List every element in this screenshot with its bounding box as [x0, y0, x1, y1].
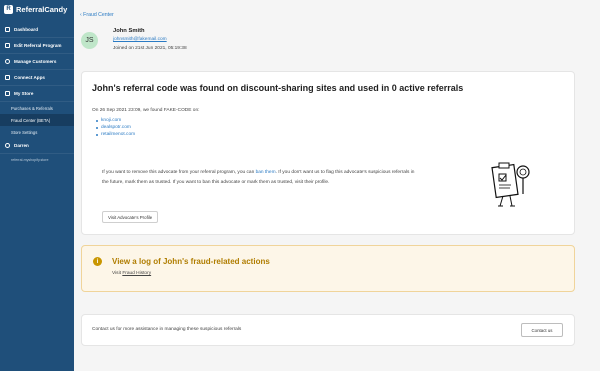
advice-text: If you want to remove this advocate from… — [102, 168, 422, 188]
brand-name: ReferralCandy — [16, 4, 68, 14]
sidebar-item-label: Edit Referral Program — [14, 43, 62, 48]
contact-us-button[interactable]: Contact us — [521, 323, 563, 337]
profile-details: John Smith johnsmith@fakemail.com Joined… — [104, 28, 187, 51]
advocate-email-link[interactable]: johnsmith@fakemail.com — [113, 37, 187, 42]
store-id: referral-myshopify.store — [11, 158, 49, 162]
store-icon — [5, 91, 10, 96]
advocate-name: John Smith — [113, 28, 145, 34]
sidebar-nav: Dashboard Edit Referral Program Manage C… — [0, 22, 74, 162]
dashboard-icon — [5, 27, 10, 32]
site-link[interactable]: retailmenot.com — [96, 131, 135, 138]
fraud-history-link[interactable]: Fraud History — [122, 271, 151, 276]
sidebar-item-label: Dashboard — [14, 27, 38, 32]
sidebar-item-dashboard[interactable]: Dashboard — [0, 22, 74, 38]
users-icon — [5, 59, 10, 64]
fraud-history-title: View a log of John's fraud-related actio… — [112, 257, 270, 266]
fraud-report-title: John's referral code was found on discou… — [92, 83, 464, 93]
sidebar-subitem-fraud-center[interactable]: Fraud Center (BETA) — [0, 114, 74, 126]
detection-summary: On 26 Sep 2021 23:09, we found FAKE-CODE… — [92, 108, 200, 113]
site-link[interactable]: knoji.com — [96, 117, 135, 124]
advocate-joined-date: Joined on 21st Jun 2021, 05:19:38 — [113, 46, 187, 51]
advice-text-part1: If you want to remove this advocate from… — [102, 170, 256, 175]
site-link[interactable]: dealspotr.com — [96, 124, 135, 131]
user-icon — [5, 143, 10, 148]
plug-icon — [5, 75, 10, 80]
advocate-profile: JS John Smith johnsmith@fakemail.com Joi… — [81, 28, 187, 51]
edit-icon — [5, 43, 10, 48]
visit-prefix: Visit — [112, 271, 123, 276]
sidebar-item-label: Darren — [14, 143, 29, 148]
sidebar-item-user[interactable]: Darren — [0, 138, 74, 154]
sidebar-item-my-store[interactable]: My Store — [0, 86, 74, 102]
contact-card: Contact us for more assistance in managi… — [81, 314, 575, 346]
sidebar-subitem-purchases-referrals[interactable]: Purchases & Referrals — [0, 102, 74, 114]
sidebar-item-label: Connect Apps — [14, 75, 45, 80]
fraud-history-visit: Visit Fraud History — [112, 271, 151, 276]
back-link-label: Fraud Center — [83, 12, 114, 18]
sidebar-subitem-store-settings[interactable]: Store Settings — [0, 126, 74, 138]
fraud-history-card: i View a log of John's fraud-related act… — [81, 245, 575, 292]
sidebar-item-connect-apps[interactable]: Connect Apps — [0, 70, 74, 86]
sidebar-item-edit-referral-program[interactable]: Edit Referral Program — [0, 38, 74, 54]
fraud-report-card: John's referral code was found on discou… — [81, 71, 575, 235]
avatar: JS — [81, 32, 98, 49]
ban-advocate-link[interactable]: ban them — [256, 170, 276, 175]
referralcandy-logo-icon: R — [4, 4, 13, 14]
sidebar-item-label: My Store — [14, 91, 34, 96]
back-to-fraud-center-link[interactable]: ‹ Fraud Center — [80, 12, 114, 18]
contact-text: Contact us for more assistance in managi… — [92, 327, 242, 332]
info-icon: i — [93, 257, 102, 266]
fraud-investigation-illustration — [491, 162, 530, 207]
sidebar: R ReferralCandy Dashboard Edit Referral … — [0, 0, 74, 371]
discount-sites-list: knoji.com dealspotr.com retailmenot.com — [96, 117, 135, 138]
sidebar-item-label: Manage Customers — [14, 59, 57, 64]
visit-advocate-profile-button[interactable]: Visit Advocate's Profile — [102, 211, 159, 223]
brand[interactable]: R ReferralCandy — [0, 0, 74, 18]
sidebar-item-manage-customers[interactable]: Manage Customers — [0, 54, 74, 70]
